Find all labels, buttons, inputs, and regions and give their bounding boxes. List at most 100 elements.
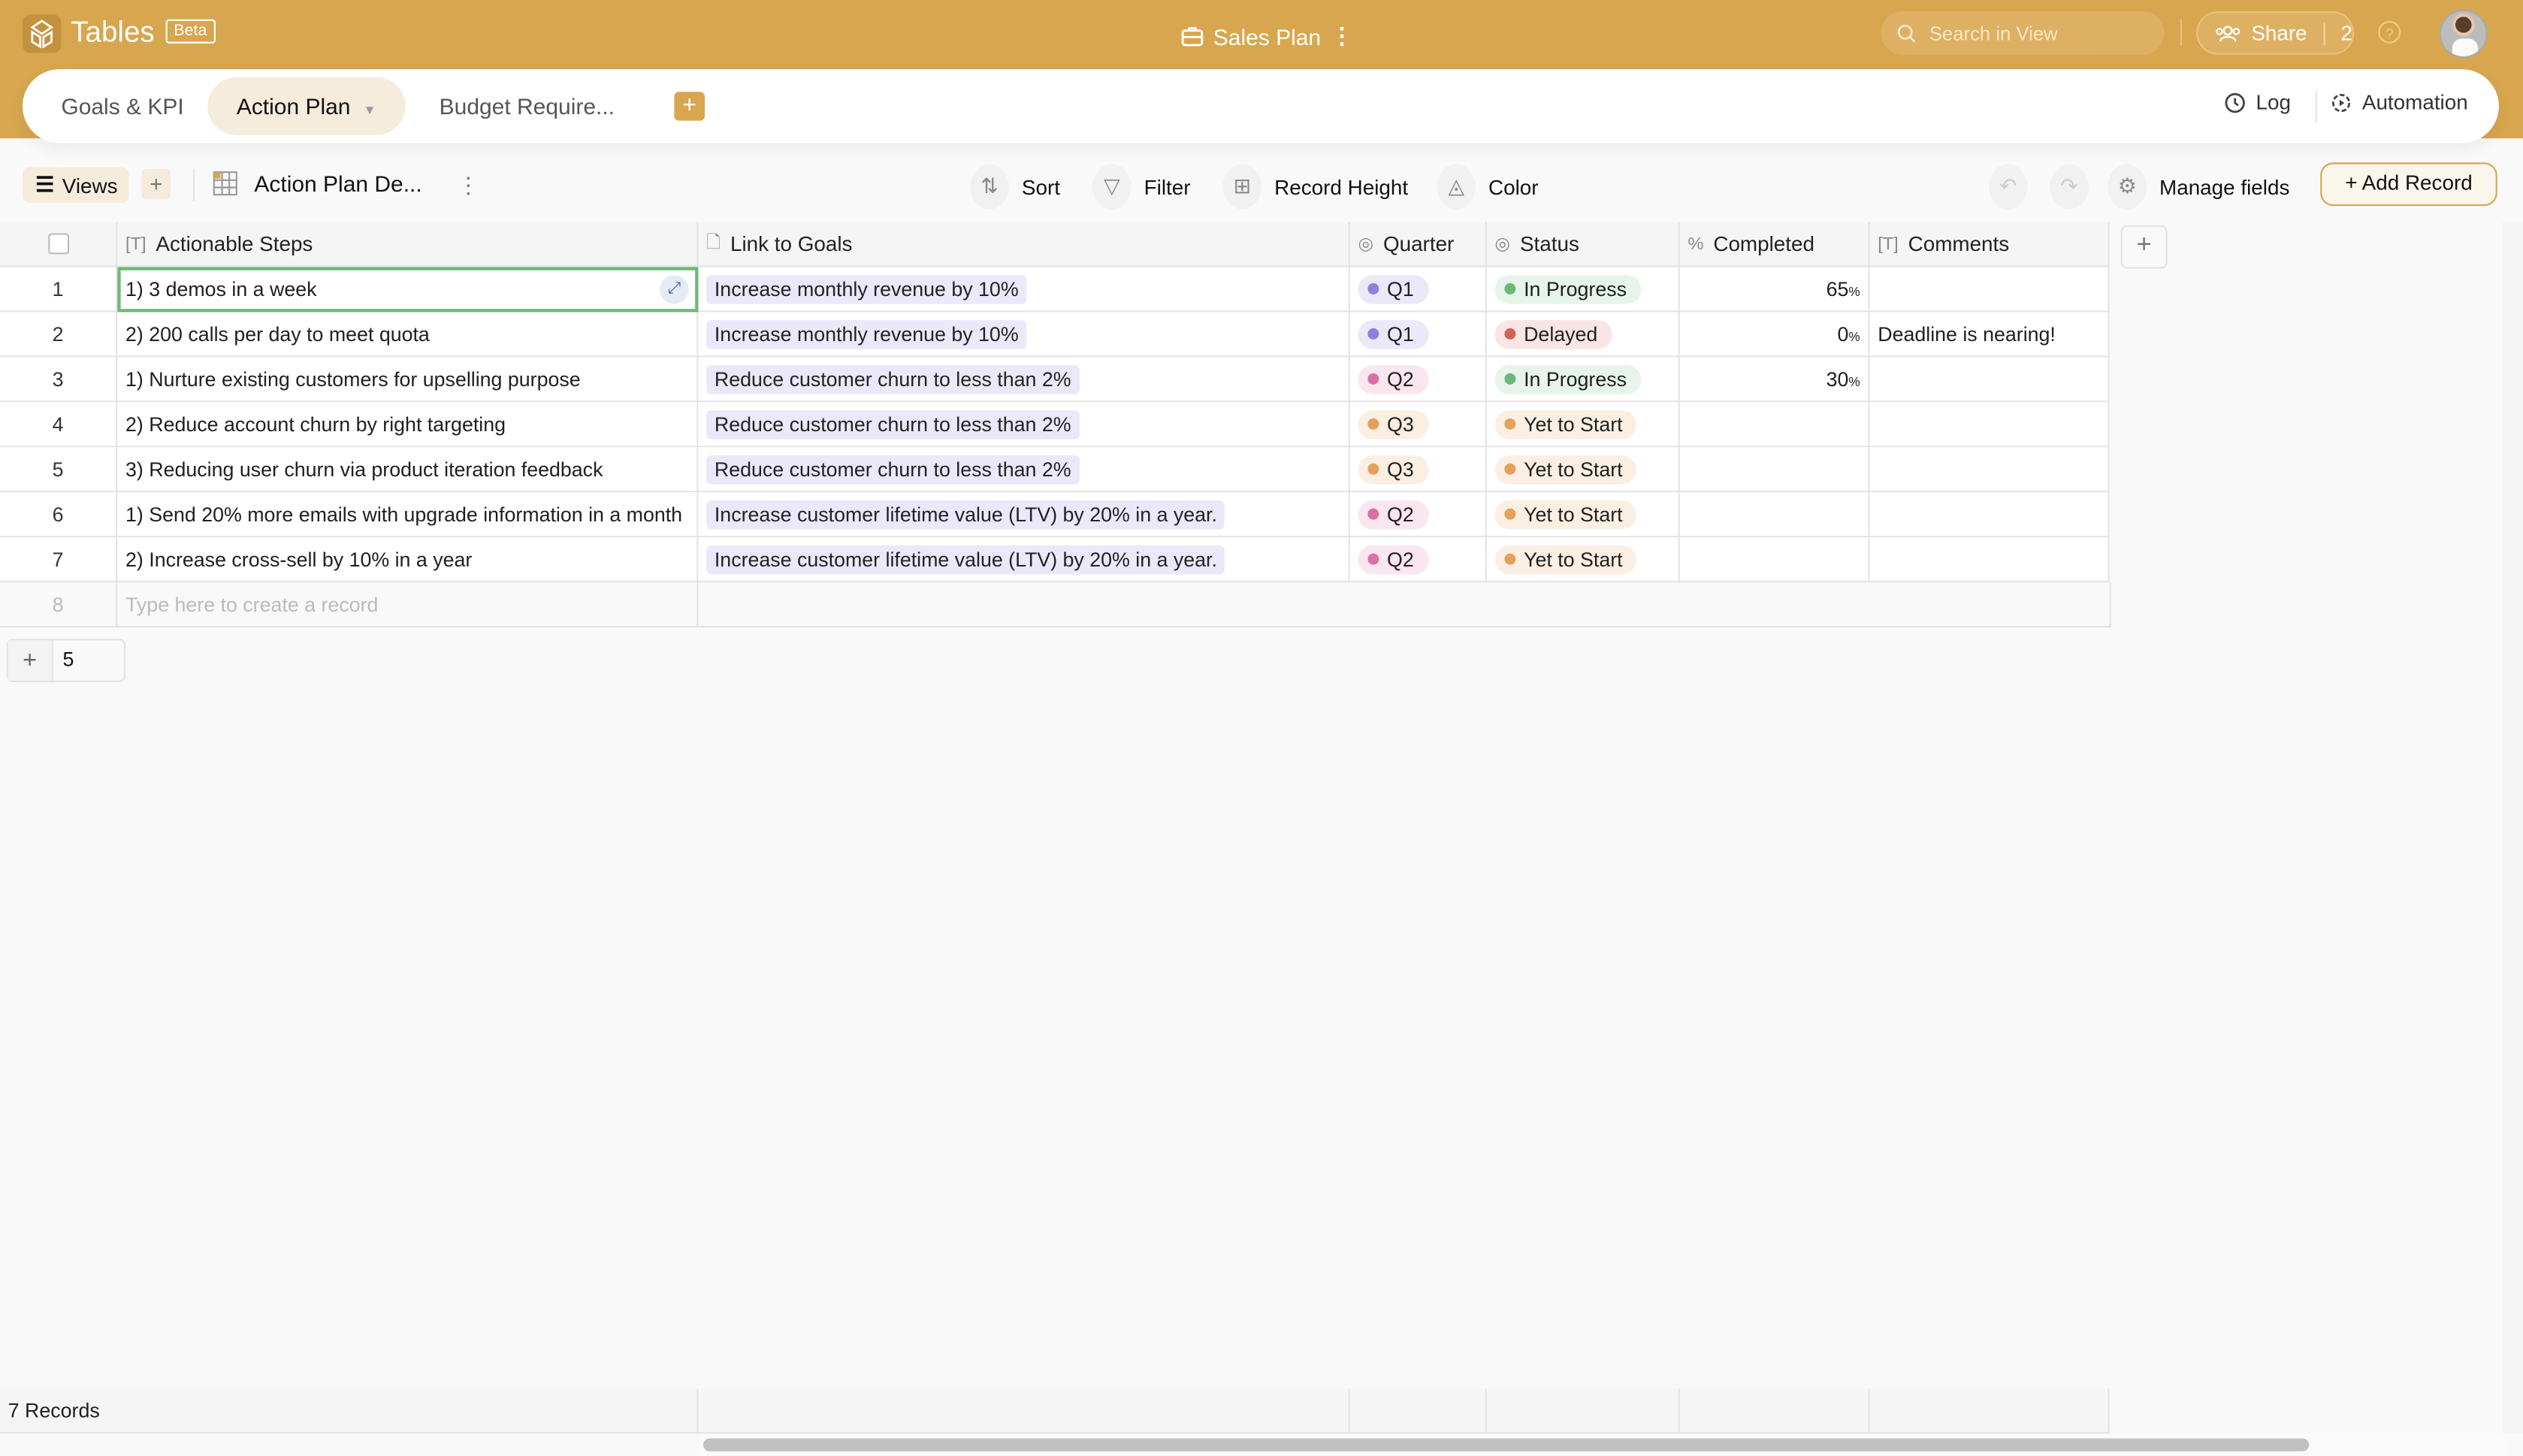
- actionable-step-cell[interactable]: 2) Increase cross-sell by 10% in a year: [117, 537, 699, 583]
- linked-record-chip[interactable]: Increase monthly revenue by 10%: [706, 319, 1027, 349]
- view-options-icon[interactable]: ⋮: [457, 174, 479, 196]
- summary-cell[interactable]: [1679, 1388, 1870, 1434]
- help-circle-icon[interactable]: ?: [2378, 20, 2401, 44]
- linked-record-chip[interactable]: Increase customer lifetime value (LTV) b…: [706, 499, 1225, 529]
- table-row[interactable]: 6 1) Send 20% more emails with upgrade in…: [0, 492, 2110, 538]
- document-title[interactable]: Sales Plan ⋮: [1181, 23, 1353, 50]
- user-avatar[interactable]: [2439, 9, 2488, 59]
- status-cell[interactable]: Yet to Start: [1486, 492, 1680, 538]
- new-record-row[interactable]: 8 Type here to create a record: [0, 582, 2111, 628]
- kebab-vertical-icon[interactable]: ⋮: [1331, 23, 1353, 50]
- views-button[interactable]: ☰ Views: [22, 167, 129, 203]
- expand-record-icon[interactable]: ⤢: [660, 275, 689, 304]
- summary-cell[interactable]: [1486, 1388, 1680, 1434]
- bulk-add-rows[interactable]: + 5: [6, 639, 126, 683]
- row-number[interactable]: 7: [0, 537, 118, 583]
- link-to-goals-cell[interactable]: Increase monthly revenue by 10%: [698, 267, 1350, 313]
- undo-button[interactable]: ↶: [1989, 164, 2028, 210]
- status-cell[interactable]: Yet to Start: [1486, 402, 1680, 448]
- select-all-checkbox[interactable]: [47, 233, 69, 255]
- caret-down-icon[interactable]: ▼: [364, 103, 376, 117]
- quarter-cell[interactable]: Q2: [1349, 537, 1487, 583]
- completed-cell[interactable]: [1679, 492, 1870, 538]
- table-row[interactable]: 5 3) Reducing user churn via product iter…: [0, 447, 2110, 493]
- add-column-button[interactable]: +: [2120, 225, 2168, 269]
- status-cell[interactable]: In Progress: [1486, 267, 1680, 313]
- select-all-cell[interactable]: [0, 222, 118, 267]
- link-to-goals-cell[interactable]: Increase customer lifetime value (LTV) b…: [698, 492, 1350, 538]
- plus-icon[interactable]: +: [8, 640, 53, 681]
- linked-record-chip[interactable]: Reduce customer churn to less than 2%: [706, 409, 1080, 439]
- linked-record-chip[interactable]: Reduce customer churn to less than 2%: [706, 455, 1080, 484]
- tab-budget-requirements[interactable]: Budget Require...: [410, 77, 643, 135]
- tab-goals-kpi[interactable]: Goals & KPI: [32, 77, 213, 135]
- quarter-cell[interactable]: Q2: [1349, 492, 1487, 538]
- row-number[interactable]: 3: [0, 357, 118, 403]
- linked-record-chip[interactable]: Increase monthly revenue by 10%: [706, 274, 1027, 304]
- horizontal-scrollbar[interactable]: [703, 1438, 2310, 1451]
- add-record-button[interactable]: + Add Record: [2320, 162, 2497, 207]
- row-number[interactable]: 5: [0, 447, 118, 493]
- summary-cell[interactable]: [1349, 1388, 1487, 1434]
- column-header-quarter[interactable]: ◎ Quarter: [1349, 222, 1487, 267]
- current-view[interactable]: Action Plan De...: [213, 171, 422, 196]
- manage-fields-button[interactable]: ⚙ Manage fields: [2108, 164, 2289, 210]
- quarter-cell[interactable]: Q3: [1349, 402, 1487, 448]
- comments-cell[interactable]: [1869, 492, 2110, 538]
- completed-cell[interactable]: [1679, 402, 1870, 448]
- status-cell[interactable]: Yet to Start: [1486, 447, 1680, 493]
- completed-cell[interactable]: 0%: [1679, 312, 1870, 358]
- actionable-step-cell[interactable]: 3) Reducing user churn via product itera…: [117, 447, 699, 493]
- quarter-cell[interactable]: Q1: [1349, 312, 1487, 358]
- summary-cell[interactable]: [117, 1388, 699, 1434]
- filter-button[interactable]: ▽ Filter: [1092, 164, 1191, 210]
- comments-cell[interactable]: [1869, 537, 2110, 583]
- comments-cell[interactable]: [1869, 267, 2110, 313]
- completed-cell[interactable]: 65%: [1679, 267, 1870, 313]
- row-number[interactable]: 1: [0, 267, 118, 313]
- actionable-step-cell[interactable]: 2) 200 calls per day to meet quota: [117, 312, 699, 358]
- table-row[interactable]: 4 2) Reduce account churn by right target…: [0, 402, 2110, 448]
- comments-cell[interactable]: [1869, 447, 2110, 493]
- automation-button[interactable]: Automation: [2330, 90, 2468, 114]
- status-cell[interactable]: In Progress: [1486, 357, 1680, 403]
- linked-record-chip[interactable]: Reduce customer churn to less than 2%: [706, 364, 1080, 394]
- color-button[interactable]: ◬ Color: [1437, 164, 1539, 210]
- link-to-goals-cell[interactable]: Increase customer lifetime value (LTV) b…: [698, 537, 1350, 583]
- bulk-add-count[interactable]: 5: [53, 640, 74, 681]
- actionable-step-cell[interactable]: 1) 3 demos in a week ⤢: [117, 267, 699, 313]
- actionable-step-cell[interactable]: 1) Send 20% more emails with upgrade inf…: [117, 492, 699, 538]
- summary-cell[interactable]: [698, 1388, 1350, 1434]
- table-row[interactable]: 1 1) 3 demos in a week ⤢ Increase monthly r…: [0, 267, 2110, 313]
- summary-cell[interactable]: [1869, 1388, 2110, 1434]
- quarter-cell[interactable]: Q1: [1349, 267, 1487, 313]
- link-to-goals-cell[interactable]: Increase monthly revenue by 10%: [698, 312, 1350, 358]
- comments-cell[interactable]: [1869, 402, 2110, 448]
- column-header-status[interactable]: ◎ Status: [1486, 222, 1680, 267]
- new-record-input[interactable]: Type here to create a record: [117, 582, 699, 628]
- vertical-scrollbar[interactable]: [2502, 222, 2523, 1434]
- completed-cell[interactable]: [1679, 447, 1870, 493]
- add-tab-button[interactable]: +: [674, 92, 706, 121]
- row-number[interactable]: 4: [0, 402, 118, 448]
- record-height-button[interactable]: ⊞ Record Height: [1222, 164, 1408, 210]
- completed-cell[interactable]: [1679, 537, 1870, 583]
- comments-cell[interactable]: [1869, 357, 2110, 403]
- column-header-link-to-goals[interactable]: 🗋 Link to Goals: [698, 222, 1350, 267]
- comments-cell[interactable]: Deadline is nearing!: [1869, 312, 2110, 358]
- linked-record-chip[interactable]: Increase customer lifetime value (LTV) b…: [706, 544, 1225, 574]
- link-to-goals-cell[interactable]: Reduce customer churn to less than 2%: [698, 357, 1350, 403]
- sort-button[interactable]: ⇅ Sort: [970, 164, 1060, 210]
- column-header-completed[interactable]: % Completed: [1679, 222, 1870, 267]
- column-header-actionable-steps[interactable]: [T] Actionable Steps: [117, 222, 699, 267]
- actionable-step-cell[interactable]: 1) Nurture existing customers for upsell…: [117, 357, 699, 403]
- tables-logo-icon[interactable]: [22, 14, 62, 53]
- status-cell[interactable]: Yet to Start: [1486, 537, 1680, 583]
- row-number[interactable]: 2: [0, 312, 118, 358]
- completed-cell[interactable]: 30%: [1679, 357, 1870, 403]
- link-to-goals-cell[interactable]: Reduce customer churn to less than 2%: [698, 447, 1350, 493]
- column-header-comments[interactable]: [T] Comments: [1869, 222, 2110, 267]
- table-row[interactable]: 7 2) Increase cross-sell by 10% in a year…: [0, 537, 2110, 583]
- status-cell[interactable]: Delayed: [1486, 312, 1680, 358]
- table-row[interactable]: 3 1) Nurture existing customers for upsel…: [0, 357, 2110, 403]
